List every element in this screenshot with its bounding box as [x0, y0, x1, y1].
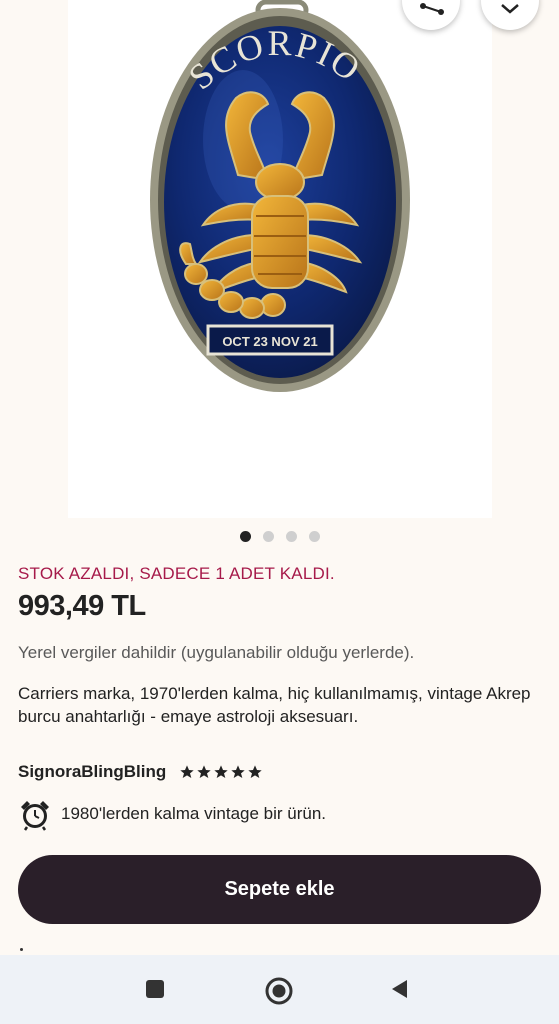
star-icon	[180, 765, 194, 778]
star-icon	[197, 765, 211, 778]
vintage-note: 1980'lerden kalma vintage bir ürün.	[61, 804, 327, 823]
product-image-gallery[interactable]: SCORPIO OCT 23 NOV 21	[0, 0, 559, 520]
shop-rating-row[interactable]: SignoraBlingBling	[18, 762, 264, 786]
star-icon	[231, 765, 245, 778]
carousel-dot-4[interactable]	[308, 531, 320, 542]
square-icon	[146, 980, 164, 998]
carousel-dot-1[interactable]	[239, 531, 251, 542]
price: 993,49 TL	[18, 590, 146, 622]
keychain-date-text: OCT 23 NOV 21	[222, 334, 317, 349]
carousel-dot-3[interactable]	[285, 531, 297, 542]
android-nav-bar	[0, 955, 559, 1024]
back-button[interactable]	[370, 955, 430, 1024]
carousel-dot-2[interactable]	[262, 531, 274, 542]
rating-stars	[179, 764, 264, 780]
star-icon	[214, 765, 228, 778]
share-icon	[420, 3, 444, 15]
circle-home-icon	[265, 977, 293, 1005]
add-to-cart-button[interactable]: Sepete ekle	[18, 855, 541, 924]
alarm-clock-icon	[21, 801, 49, 831]
carousel-indicator	[0, 531, 559, 545]
shop-name-link[interactable]: SignoraBlingBling	[18, 762, 166, 781]
home-button[interactable]	[247, 955, 307, 1024]
chevron-down-icon	[501, 4, 519, 14]
star-icon	[248, 765, 262, 778]
product-photo[interactable]: SCORPIO OCT 23 NOV 21	[68, 0, 492, 518]
list-bullet	[20, 948, 23, 951]
stock-warning: STOK AZALDI, SADECE 1 ADET KALDI.	[18, 564, 335, 583]
product-title: Carriers marka, 1970'lerden kalma, hiç k…	[18, 684, 531, 726]
triangle-back-icon	[392, 980, 407, 998]
recents-button[interactable]	[125, 955, 185, 1024]
tax-note: Yerel vergiler dahildir (uygulanabilir o…	[18, 643, 415, 662]
